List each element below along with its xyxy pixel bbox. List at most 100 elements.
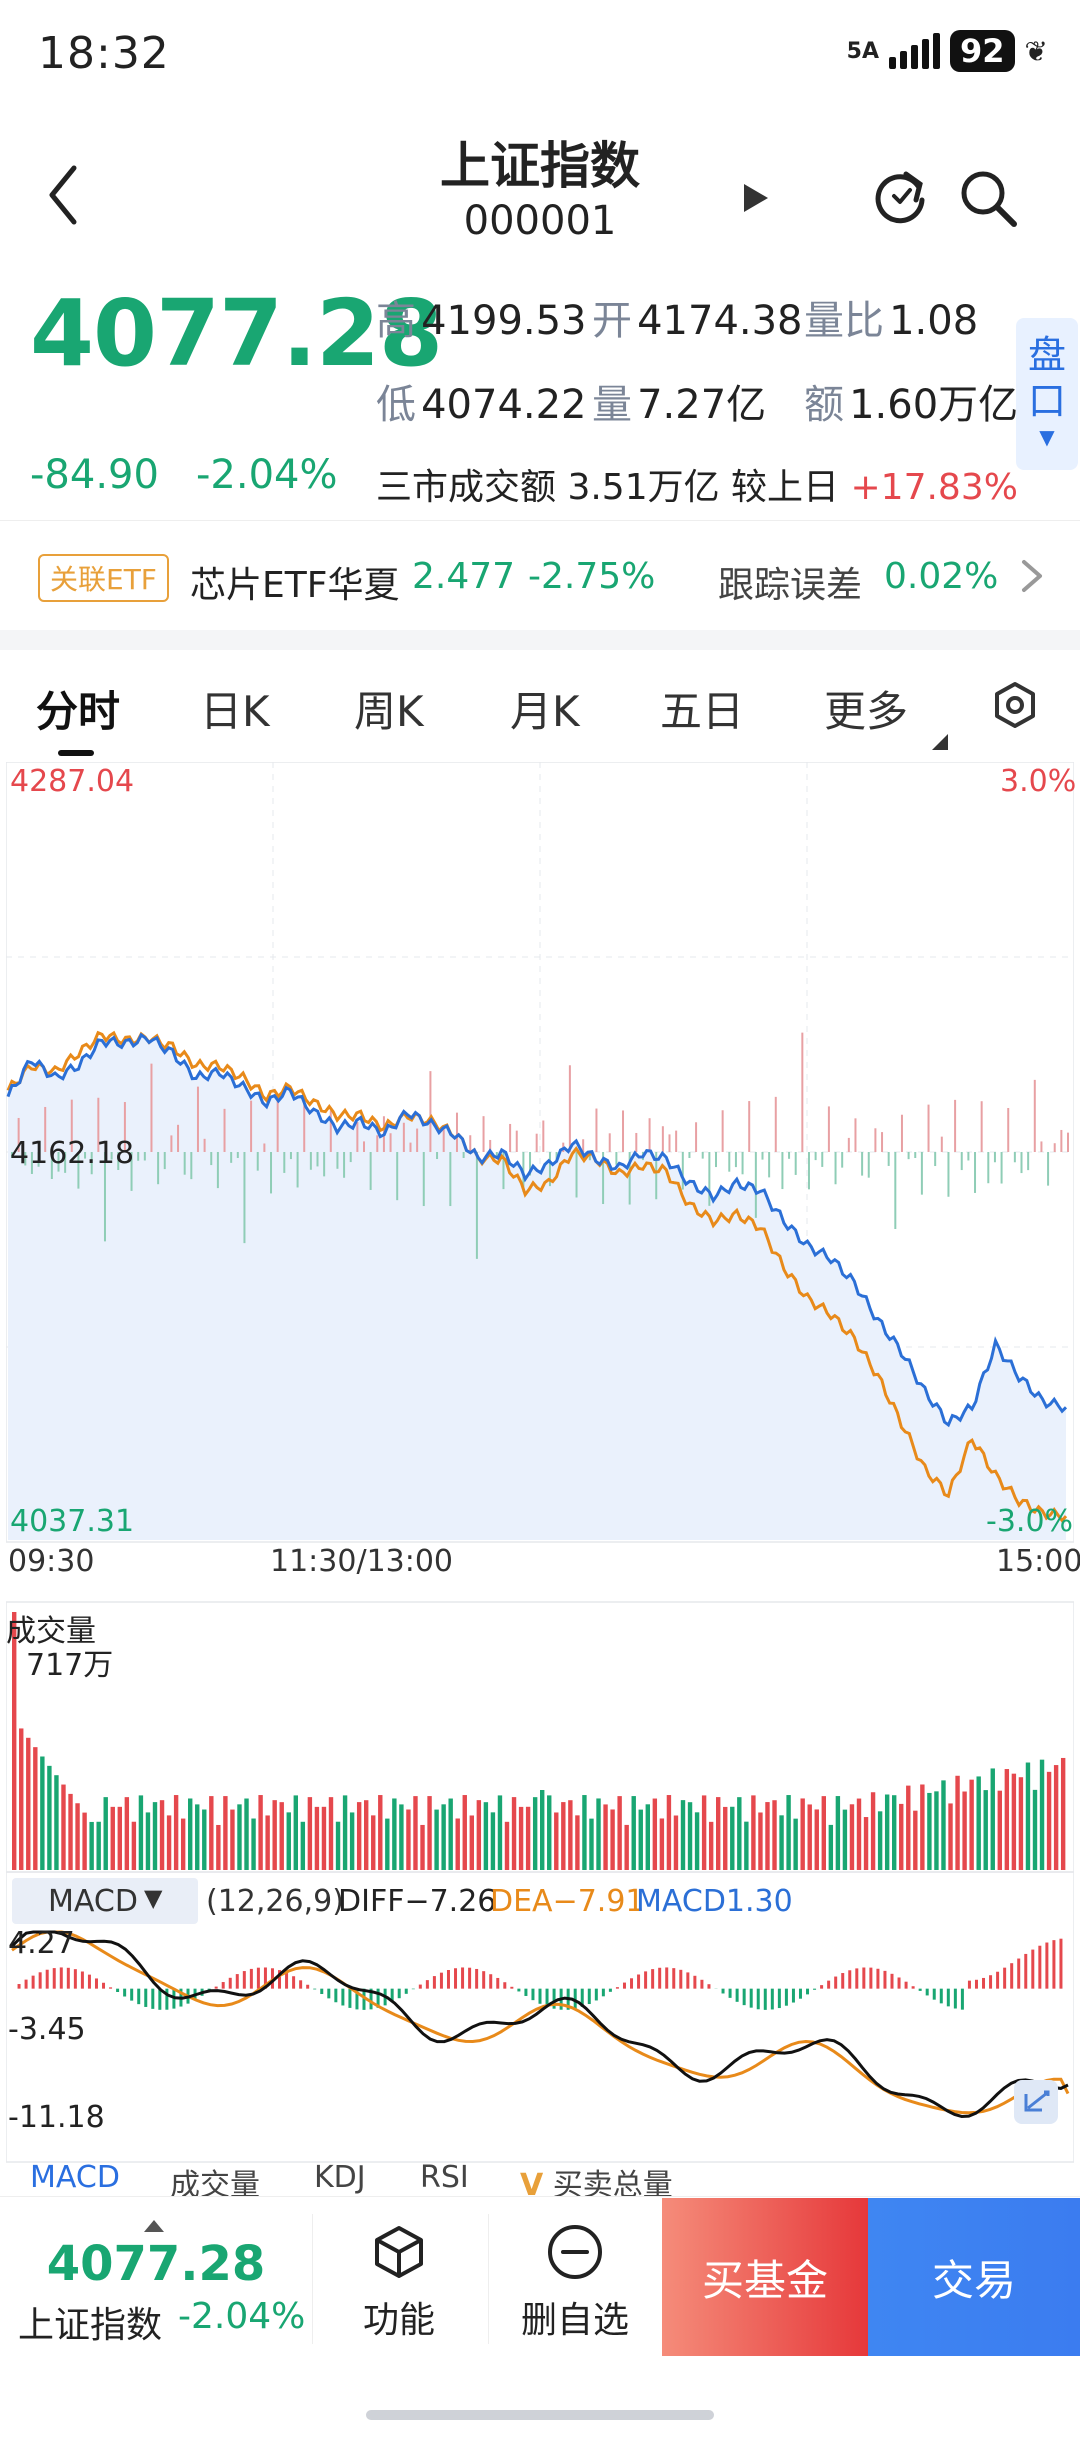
volume-bar xyxy=(195,1804,200,1870)
tab-daily-k[interactable]: 日K xyxy=(200,678,270,739)
etf-price: 2.477 xyxy=(412,556,516,597)
volume-bar xyxy=(209,1796,214,1870)
active-tab-indicator xyxy=(58,750,94,756)
caret-down-icon: ▼ xyxy=(144,1884,163,1912)
indicator-tab-macd[interactable]: MACD xyxy=(30,2160,120,2195)
volume-bar xyxy=(166,1815,172,1870)
volume-bar xyxy=(610,1809,615,1870)
volume-bar xyxy=(934,1791,939,1870)
volume-bar xyxy=(575,1815,580,1870)
etf-name[interactable]: 芯片ETF华夏 xyxy=(190,556,399,608)
volume-value: 7.27亿 xyxy=(637,382,767,428)
market-turnover: 三市成交额 3.51万亿 较上日 +17.83% xyxy=(376,458,1018,510)
status-time: 18:32 xyxy=(38,28,170,79)
settings-icon[interactable] xyxy=(990,680,1040,730)
volume-bar xyxy=(596,1798,601,1870)
volume-bar xyxy=(976,1776,981,1870)
volume-bar xyxy=(582,1795,587,1870)
volume-bar xyxy=(737,1797,742,1870)
volume-bar xyxy=(969,1779,974,1870)
remove-label: 删自选 xyxy=(520,2300,629,2341)
indicator-tab-kdj[interactable]: KDJ xyxy=(314,2160,366,2195)
volume-bar xyxy=(744,1821,749,1870)
volume-bar xyxy=(159,1800,165,1870)
function-button[interactable]: 功能 xyxy=(314,2222,484,2343)
volume-bar xyxy=(441,1804,446,1870)
volume-bar xyxy=(1053,1765,1059,1870)
volume-bar xyxy=(561,1802,566,1870)
volume-bar xyxy=(920,1784,925,1870)
chevron-right-icon[interactable] xyxy=(1016,556,1046,596)
open-row: 开 4174.38 xyxy=(592,288,803,346)
volume-bar xyxy=(927,1792,932,1870)
intraday-chart[interactable] xyxy=(6,762,1074,2212)
diff-line xyxy=(10,1930,1069,2119)
volume-ratio-row: 量比 1.08 xyxy=(804,288,978,346)
network-type: 5A xyxy=(846,38,879,64)
volume-bar xyxy=(307,1797,313,1870)
macd-selector[interactable]: MACD ▼ xyxy=(12,1878,198,1924)
expand-icon[interactable] xyxy=(1014,2080,1058,2124)
volume-bar xyxy=(624,1824,629,1870)
back-icon[interactable] xyxy=(40,160,90,230)
leaf-icon: ❦ xyxy=(1024,34,1048,68)
open-value: 4174.38 xyxy=(637,298,803,344)
volume-bar xyxy=(434,1809,439,1870)
volume-bar xyxy=(913,1810,918,1870)
volume-bar xyxy=(1039,1759,1045,1870)
volume-bar xyxy=(300,1821,306,1870)
volume-bar xyxy=(117,1806,122,1870)
corner-triangle-icon xyxy=(932,734,948,750)
play-icon[interactable] xyxy=(740,178,772,218)
volume-bar xyxy=(941,1780,946,1870)
volume-bar xyxy=(26,1737,31,1870)
volume-bar xyxy=(406,1809,411,1870)
volume-bar xyxy=(786,1795,791,1870)
volume-bar xyxy=(335,1821,341,1870)
remove-watchlist-button[interactable]: 删自选 xyxy=(490,2222,660,2343)
volume-bar xyxy=(793,1818,798,1870)
divider xyxy=(312,2214,313,2344)
trade-button[interactable]: 交易 xyxy=(868,2198,1080,2356)
bottom-price[interactable]: 4077.28 xyxy=(0,2236,312,2292)
volume-bar xyxy=(216,1824,221,1870)
volume-bar xyxy=(321,1806,327,1870)
volume-bar xyxy=(525,1806,531,1870)
refresh-icon[interactable] xyxy=(870,166,930,226)
volume-bar xyxy=(807,1804,812,1870)
indicator-tab-rsi[interactable]: RSI xyxy=(420,2160,469,2195)
tab-monthly-k[interactable]: 月K xyxy=(510,678,580,739)
tab-more[interactable]: 更多 xyxy=(824,678,908,739)
buy-fund-button[interactable]: 买基金 xyxy=(662,2198,868,2356)
volume-bar xyxy=(230,1809,235,1870)
volume-bar xyxy=(202,1809,207,1870)
tab-fenshi[interactable]: 分时 xyxy=(36,678,120,739)
home-indicator[interactable] xyxy=(366,2410,714,2420)
volume-bar xyxy=(244,1798,249,1870)
volume-bar xyxy=(293,1795,298,1870)
volume-bar xyxy=(948,1803,953,1870)
battery-icon: 92 xyxy=(950,30,1015,72)
volume-bar xyxy=(687,1802,693,1870)
volume-bar xyxy=(420,1824,425,1870)
caret-down-icon: ▼ xyxy=(1039,425,1055,449)
pankou-button[interactable]: 盘口 ▼ xyxy=(1016,318,1078,470)
volume-bar xyxy=(455,1818,460,1870)
volume-max-label: 717万 xyxy=(26,1648,114,1683)
macd-selector-label: MACD xyxy=(48,1884,138,1919)
section-divider xyxy=(0,630,1080,650)
price-top-label: 4287.04 xyxy=(10,764,135,799)
volume-bar xyxy=(983,1790,988,1870)
tab-five-day[interactable]: 五日 xyxy=(660,678,744,739)
volume-bar xyxy=(603,1804,608,1870)
volume-bar xyxy=(779,1815,784,1870)
volume-bar xyxy=(899,1803,904,1870)
search-icon[interactable] xyxy=(956,166,1020,230)
signal-icon xyxy=(889,33,940,69)
amount-value: 1.60万亿 xyxy=(849,382,1019,428)
etf-percent: -2.75% xyxy=(528,556,656,597)
volume-bar xyxy=(40,1756,45,1870)
volume-bar xyxy=(765,1802,770,1870)
tab-weekly-k[interactable]: 周K xyxy=(354,678,424,739)
volume-bar xyxy=(659,1818,665,1870)
